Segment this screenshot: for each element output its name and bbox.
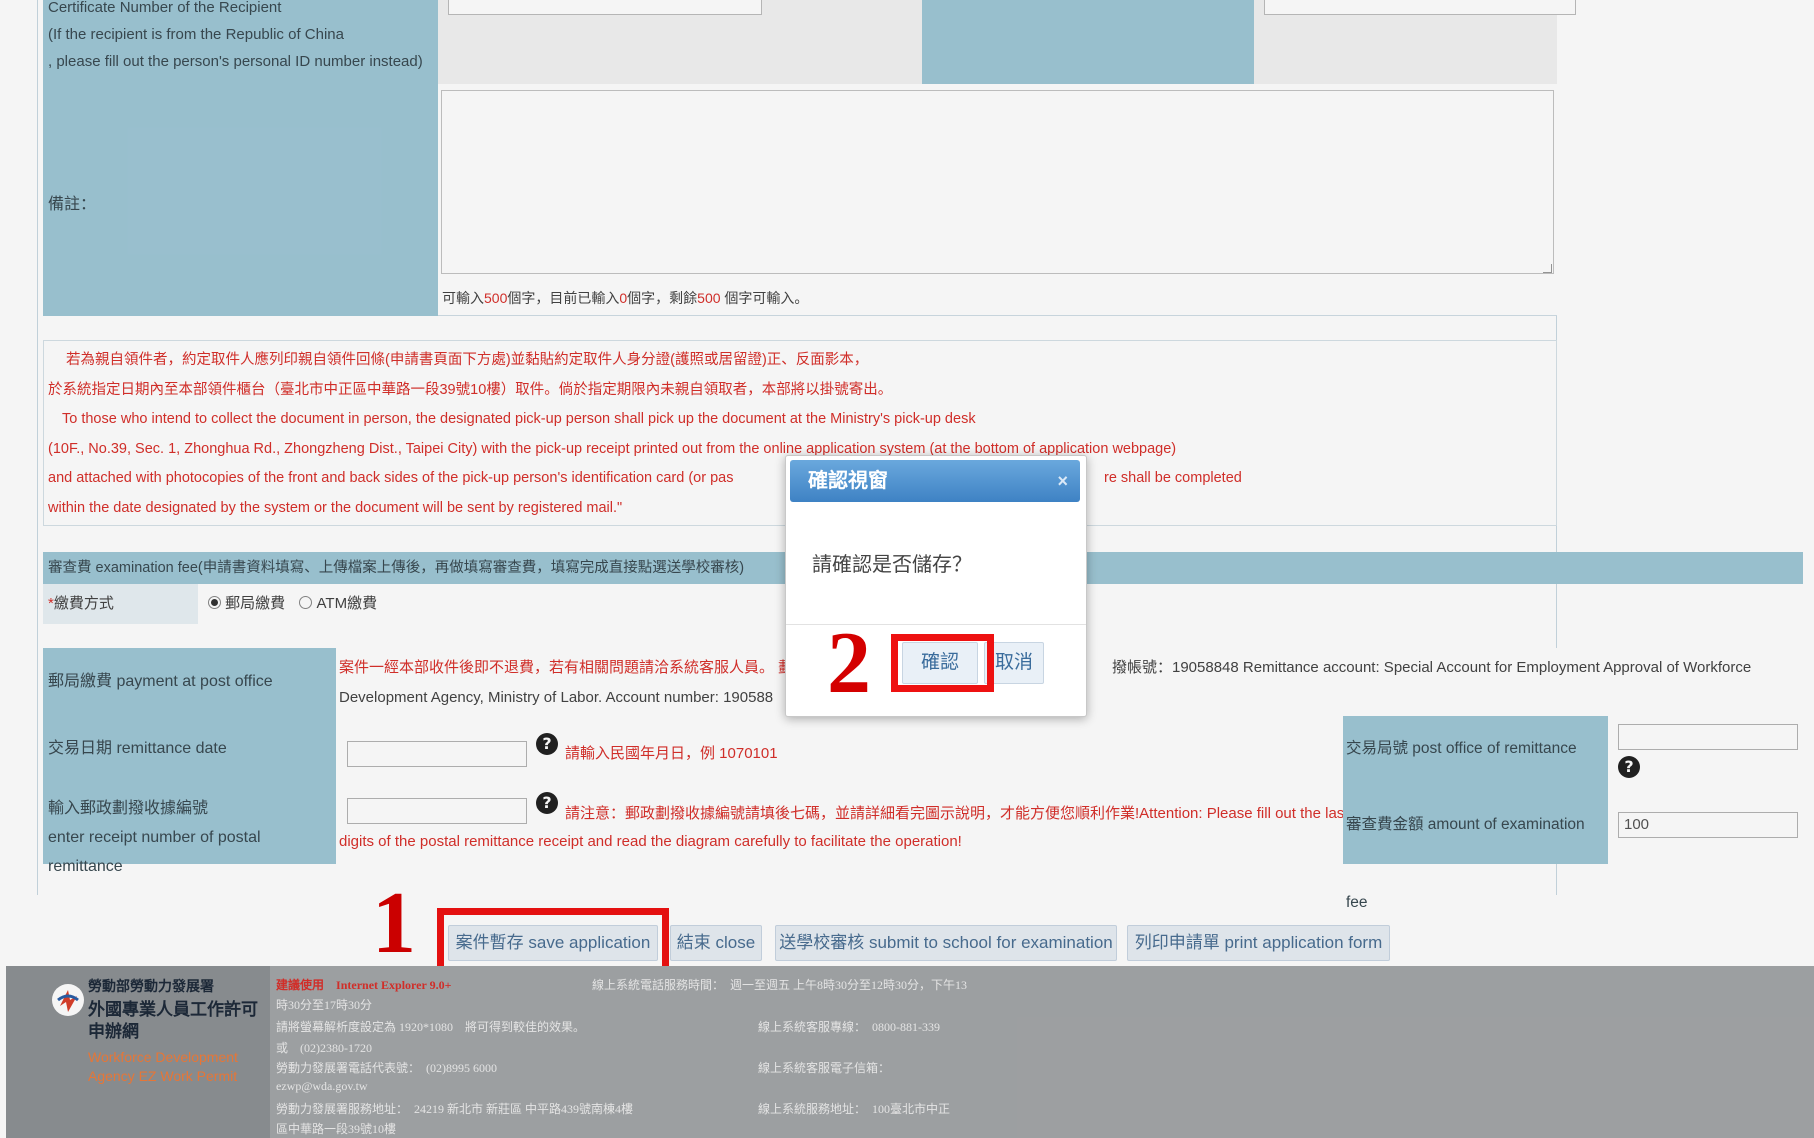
close-icon[interactable]: × [1057,460,1068,502]
application-form-page: Certificate Number of the Recipient (If … [0,0,1814,1138]
step2-number: 2 [827,615,871,712]
step2-highlight-box [891,634,994,692]
dialog-header: 確認視窗 × [790,460,1080,502]
dialog-message: 請確認是否儲存？ [812,554,972,576]
dialog-title: 確認視窗 [808,470,888,492]
